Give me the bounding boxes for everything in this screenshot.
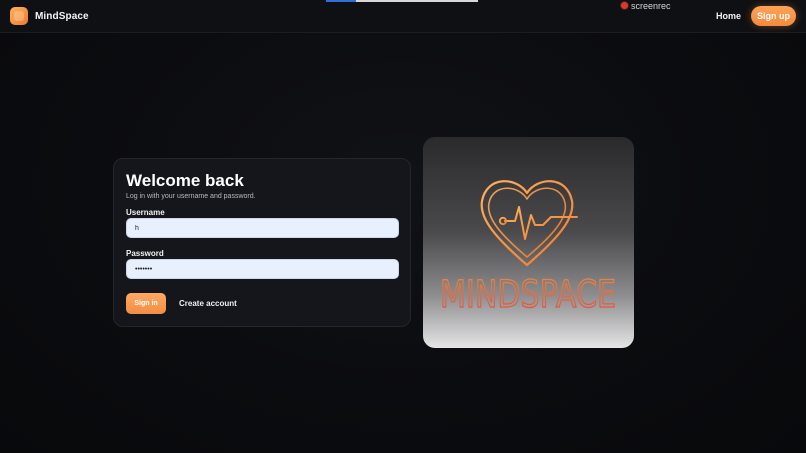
brand-logo-icon (10, 7, 28, 25)
nav-home-link[interactable]: Home (716, 11, 741, 21)
nav-signup-button[interactable]: Sign up (751, 6, 796, 26)
screen-recorder-badge: screenrec (621, 0, 671, 11)
heart-pulse-icon: MINDSPACE (439, 180, 617, 317)
create-account-link[interactable]: Create account (179, 299, 237, 308)
page: MindSpace screenrec Home Sign up Welcome… (0, 0, 806, 453)
top-navbar: MindSpace screenrec Home Sign up (0, 0, 806, 33)
recorder-progress-fill (326, 0, 357, 2)
recorder-label: screenrec (631, 0, 671, 11)
password-input[interactable] (126, 259, 399, 279)
login-card: Welcome back Log in with your username a… (113, 158, 411, 327)
password-label: Password (126, 249, 164, 258)
mindspace-logo-panel: MINDSPACE (423, 137, 634, 348)
brand[interactable]: MindSpace (10, 7, 89, 25)
username-label: Username (126, 208, 165, 217)
record-dot-icon (621, 2, 628, 9)
logo-wordmark: MINDSPACE (440, 273, 616, 316)
username-input[interactable] (126, 218, 399, 238)
recorder-progress-bar (326, 0, 478, 2)
login-subtitle: Log in with your username and password. (126, 193, 256, 200)
login-title: Welcome back (126, 171, 244, 190)
brand-name: MindSpace (35, 10, 89, 22)
sign-in-button[interactable]: Sign in (126, 293, 166, 314)
